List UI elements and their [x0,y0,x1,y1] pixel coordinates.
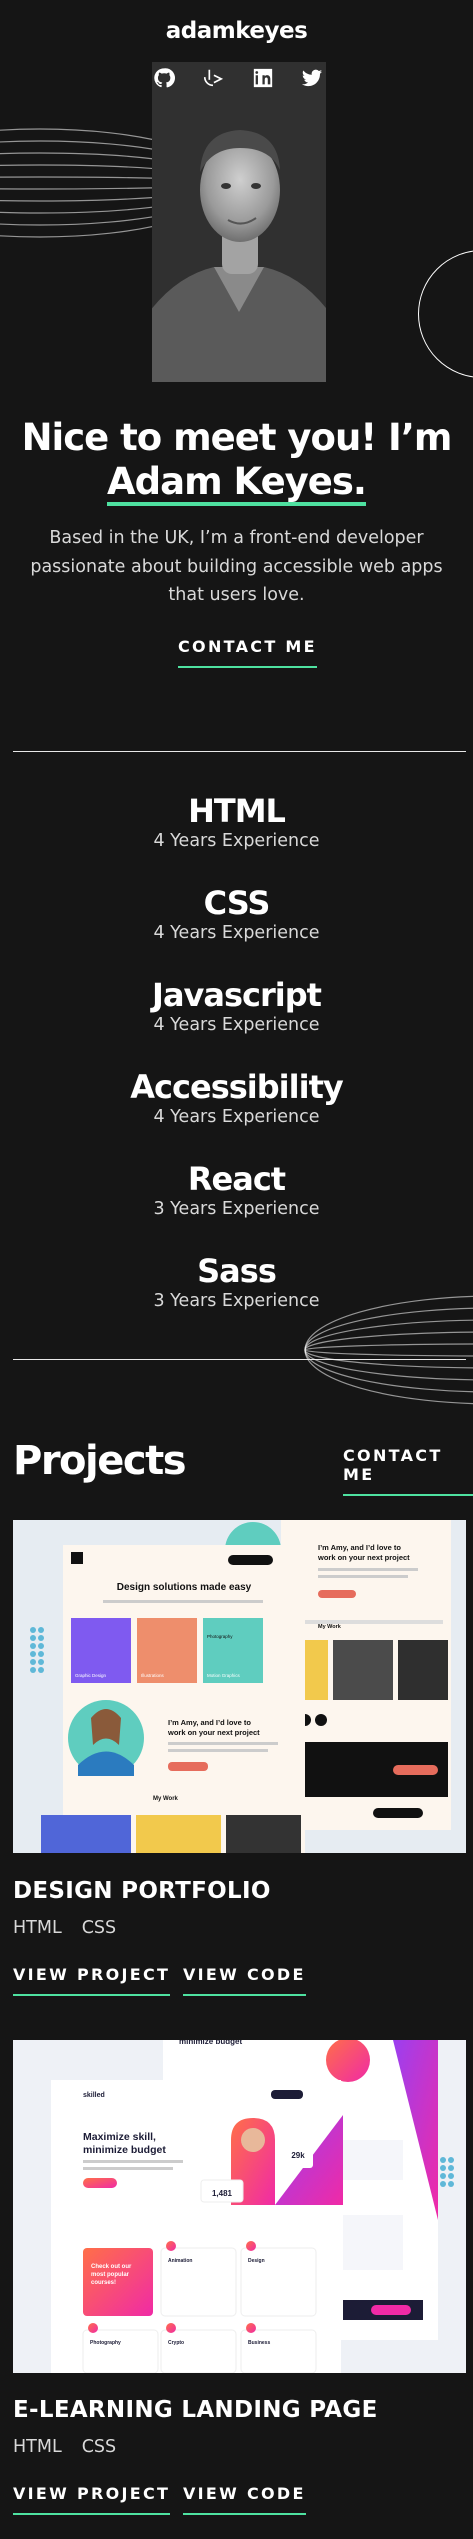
site-logo[interactable]: adamkeyes [0,18,473,44]
linkedin-icon [253,68,272,88]
svg-text:Photography: Photography [207,1634,233,1639]
skill-item: Javascript 4 Years Experience [0,975,473,1037]
project-tag: HTML [13,2437,62,2457]
contact-me-link[interactable]: CONTACT ME [178,637,317,668]
svg-text:Animation: Animation [168,2258,192,2264]
svg-text:I’m Amy, and I’d love to: I’m Amy, and I’d love to work on your ne… [317,1543,410,1562]
skill-experience: 4 Years Experience [153,1107,320,1127]
project-title: DESIGN PORTFOLIO [13,1878,271,1904]
portfolio-page: adamkeyes Nice to meet you! I’m Adam Key… [0,0,473,2539]
project-tags: HTML CSS [13,2437,116,2457]
svg-text:Design: Design [248,2258,265,2264]
section-divider [13,751,466,752]
project-title: E-LEARNING LANDING PAGE [13,2397,378,2423]
svg-text:minimize budget: minimize budget [179,2040,242,2046]
svg-text:Graphic Design: Graphic Design [75,1673,107,1678]
project-tag: CSS [81,1918,117,1938]
social-links [152,66,324,90]
view-code-link[interactable]: VIEW CODE [183,1965,306,1996]
twitter-link[interactable] [300,66,324,90]
skill-title: React [187,1160,286,1198]
skill-experience: 4 Years Experience [153,1015,320,1035]
profile-photo [152,62,326,382]
github-link[interactable] [152,66,176,90]
skill-title: HTML [188,792,286,830]
hero-description: Based in the UK, I’m a front-end develop… [30,528,443,605]
section-divider [13,1359,466,1360]
skill-experience: 3 Years Experience [153,1291,320,1311]
contact-me-link[interactable]: CONTACT ME [343,1446,473,1496]
svg-text:Crypto: Crypto [168,2340,184,2346]
view-code-link[interactable]: VIEW CODE [183,2484,306,2515]
thumb-section: My Work [153,1796,179,1802]
project-tag: HTML [13,1918,62,1938]
hero-greeting: Nice to meet you! I’m [21,416,453,459]
svg-text:Illustrations: Illustrations [141,1673,165,1678]
skill-item: CSS 4 Years Experience [0,883,473,945]
project-tag: CSS [81,2437,117,2457]
frontend-mentor-link[interactable] [201,66,225,90]
project-thumbnail[interactable]: minimize budget skilled Maximize skill, … [13,2040,466,2373]
skill-item: HTML 4 Years Experience [0,791,473,853]
thumb-stat-b: 29k [291,2151,305,2160]
svg-text:Business: Business [248,2340,270,2346]
svg-text:My Work: My Work [318,1624,342,1630]
skill-item: Accessibility 4 Years Experience [0,1067,473,1129]
twitter-icon [301,69,323,87]
skill-item: React 3 Years Experience [0,1159,473,1221]
skill-experience: 3 Years Experience [153,1199,320,1219]
projects-heading: Projects [13,1438,187,1484]
thumb-headline: Design solutions made easy [117,1582,252,1593]
skill-title: CSS [203,884,271,922]
hero-heading: Nice to meet you! I’m Adam Keyes. [20,416,453,506]
skill-experience: 4 Years Experience [153,923,320,943]
github-icon [154,68,175,88]
view-project-link[interactable]: VIEW PROJECT [13,1965,171,1996]
skill-title: Accessibility [130,1068,343,1106]
skill-item: Sass 3 Years Experience [0,1251,473,1313]
hero-name: Adam Keyes. [107,462,367,506]
skill-title: Sass [197,1252,277,1290]
thumb-intro: I’m Amy, and I’d love to work on your ne… [167,1718,260,1737]
skill-title: Javascript [152,976,322,1014]
linkedin-link[interactable] [251,66,275,90]
svg-text:Motion Graphics: Motion Graphics [207,1673,241,1678]
circle-decoration [418,250,473,378]
thumb-logo: skilled [83,2092,105,2099]
project-thumbnail[interactable]: Design solutions made easy Graphic Desig… [13,1520,466,1853]
view-project-link[interactable]: VIEW PROJECT [13,2484,171,2515]
project-tags: HTML CSS [13,1918,116,1938]
skill-experience: 4 Years Experience [153,831,320,851]
svg-text:Photography: Photography [90,2340,121,2346]
frontend-mentor-icon [204,69,224,87]
thumb-stat-a: 1,481 [212,2189,233,2198]
thumb-headline: Maximize skill, minimize budget [83,2131,166,2156]
